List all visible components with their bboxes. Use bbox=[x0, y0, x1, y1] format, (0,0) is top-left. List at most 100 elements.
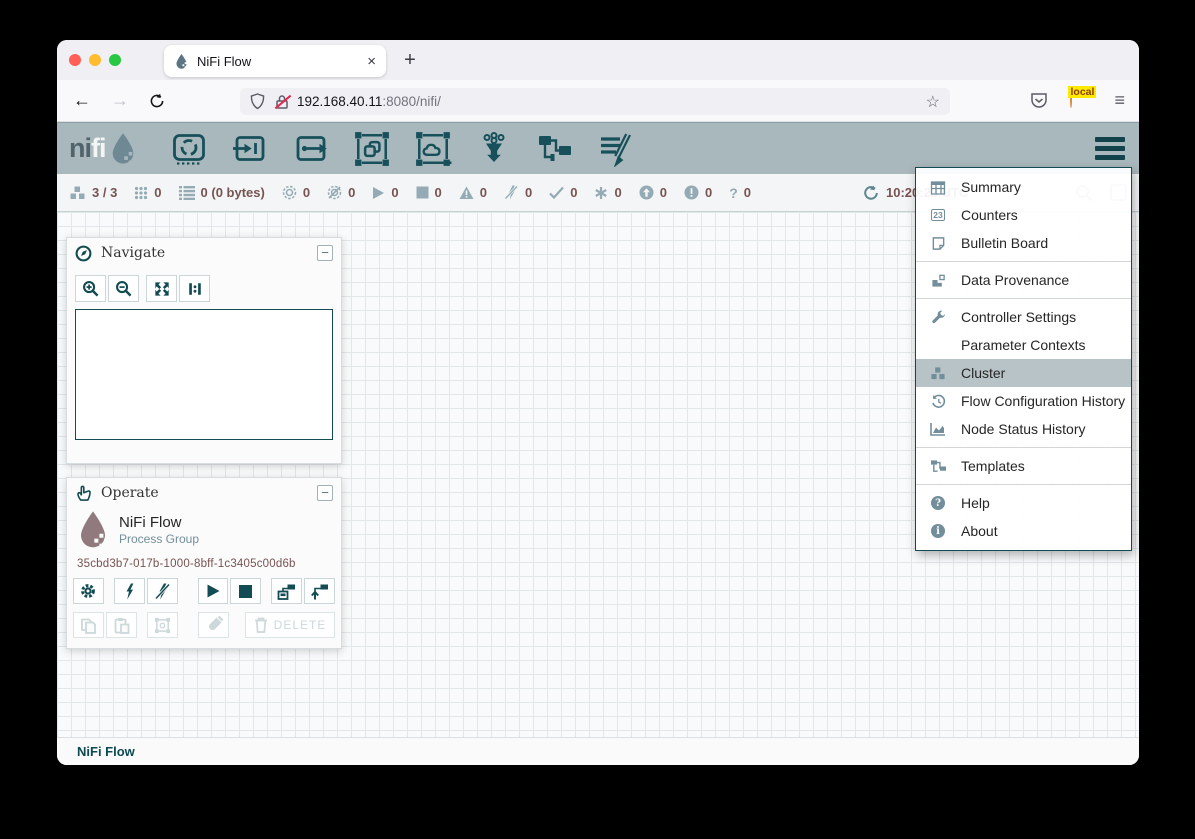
close-window-button[interactable] bbox=[69, 54, 81, 66]
tab-title: NiFi Flow bbox=[197, 54, 367, 69]
url-text[interactable]: 192.168.40.11:8080/nifi/ bbox=[297, 94, 926, 109]
output-port-component-icon[interactable] bbox=[292, 130, 330, 168]
selected-component-name: NiFi Flow bbox=[119, 514, 199, 531]
funnel-component-icon[interactable] bbox=[475, 130, 513, 168]
forward-button[interactable]: → bbox=[111, 90, 129, 111]
start-button[interactable] bbox=[198, 578, 229, 604]
stop-button[interactable] bbox=[230, 578, 261, 604]
zoom-out-button[interactable] bbox=[108, 275, 139, 302]
tab-favicon-nifi-drop-icon bbox=[174, 53, 189, 69]
operate-palette: Operate − NiFi Flow Process Group 35cbd3… bbox=[66, 477, 342, 649]
process-group-component-icon[interactable] bbox=[353, 130, 391, 168]
disabled-bolt-slash-icon bbox=[504, 185, 519, 200]
upload-template-button[interactable] bbox=[304, 578, 335, 604]
paste-button[interactable] bbox=[106, 612, 137, 638]
invalid-warning-icon bbox=[459, 186, 474, 200]
reload-button[interactable] bbox=[149, 93, 165, 109]
birdseye-view[interactable] bbox=[75, 309, 333, 440]
status-locally-modified: 0 bbox=[594, 185, 621, 200]
menu-label: Data Provenance bbox=[961, 272, 1069, 288]
back-button[interactable]: ← bbox=[73, 90, 91, 111]
nifi-global-menu-button[interactable] bbox=[1095, 137, 1125, 160]
menu-label: Flow Configuration History bbox=[961, 393, 1125, 409]
question-icon: ? bbox=[729, 185, 738, 201]
menu-item-bulletin-board[interactable]: Bulletin Board bbox=[916, 229, 1131, 257]
template-component-icon[interactable] bbox=[536, 130, 574, 168]
operate-title: Operate bbox=[101, 485, 317, 501]
zoom-fit-button[interactable] bbox=[146, 275, 177, 302]
compass-icon bbox=[75, 245, 92, 262]
trash-icon bbox=[254, 617, 268, 633]
delete-button[interactable]: DELETE bbox=[245, 612, 335, 638]
menu-separator bbox=[916, 484, 1131, 485]
new-tab-button[interactable]: + bbox=[398, 49, 422, 72]
info-circle-icon: i bbox=[929, 524, 947, 538]
navigate-title: Navigate bbox=[101, 245, 317, 261]
nifi-app: nifi bbox=[57, 122, 1139, 765]
profile-avatar[interactable]: local bbox=[1070, 90, 1092, 112]
status-locally-modified-and-stale: 0 bbox=[684, 185, 712, 200]
url-bar[interactable]: 192.168.40.11:8080/nifi/ ☆ bbox=[240, 88, 950, 115]
zoom-actual-size-button[interactable] bbox=[179, 275, 210, 302]
group-button[interactable] bbox=[147, 612, 178, 638]
menu-item-flow-configuration-history[interactable]: Flow Configuration History bbox=[916, 387, 1131, 415]
remote-process-group-component-icon[interactable] bbox=[414, 130, 452, 168]
breadcrumb: NiFi Flow bbox=[57, 737, 1139, 765]
menu-item-node-status-history[interactable]: Node Status History bbox=[916, 415, 1131, 443]
configure-button[interactable] bbox=[73, 578, 104, 604]
save-template-button[interactable] bbox=[271, 578, 302, 604]
browser-tab[interactable]: NiFi Flow × bbox=[164, 45, 386, 77]
change-color-brush-button[interactable] bbox=[198, 612, 229, 638]
menu-item-templates[interactable]: Templates bbox=[916, 452, 1131, 480]
menu-label: About bbox=[961, 523, 998, 539]
running-play-icon bbox=[372, 186, 385, 200]
label-component-icon[interactable] bbox=[597, 130, 635, 168]
stopped-square-icon bbox=[416, 186, 429, 199]
menu-separator bbox=[916, 447, 1131, 448]
menu-item-counters[interactable]: 23 Counters bbox=[916, 201, 1131, 229]
browser-menu-icon[interactable]: ≡ bbox=[1114, 90, 1125, 111]
minimize-window-button[interactable] bbox=[89, 54, 101, 66]
menu-item-help[interactable]: ? Help bbox=[916, 489, 1131, 517]
area-chart-icon bbox=[929, 422, 947, 436]
logo-text-ni: ni bbox=[69, 133, 91, 164]
input-port-component-icon[interactable] bbox=[231, 130, 269, 168]
tab-close-icon[interactable]: × bbox=[367, 54, 376, 69]
summary-table-icon bbox=[929, 180, 947, 195]
shield-icon[interactable] bbox=[250, 93, 265, 110]
menu-item-data-provenance[interactable]: Data Provenance bbox=[916, 266, 1131, 294]
question-circle-icon: ? bbox=[929, 496, 947, 510]
menu-label: Bulletin Board bbox=[961, 235, 1048, 251]
pocket-icon[interactable] bbox=[1030, 92, 1048, 109]
copy-button[interactable] bbox=[73, 612, 104, 638]
wrench-icon bbox=[929, 310, 947, 325]
operate-collapse-button[interactable]: − bbox=[317, 485, 333, 501]
menu-item-controller-settings[interactable]: Controller Settings bbox=[916, 303, 1131, 331]
navigate-collapse-button[interactable]: − bbox=[317, 245, 333, 261]
menu-label: Counters bbox=[961, 207, 1018, 223]
check-icon bbox=[549, 186, 564, 199]
insecure-lock-icon[interactable] bbox=[275, 94, 289, 110]
menu-item-parameter-contexts[interactable]: Parameter Contexts bbox=[916, 331, 1131, 359]
disable-button[interactable] bbox=[147, 578, 178, 604]
zoom-in-button[interactable] bbox=[75, 275, 106, 302]
breadcrumb-item-root[interactable]: NiFi Flow bbox=[77, 744, 135, 759]
menu-separator bbox=[916, 261, 1131, 262]
menu-item-about[interactable]: i About bbox=[916, 517, 1131, 545]
browser-window: NiFi Flow × + ← → 192.168.40.11:8080/nif… bbox=[57, 40, 1139, 765]
cubes-icon bbox=[929, 366, 947, 381]
navigate-header: Navigate − bbox=[67, 238, 341, 268]
cluster-icon bbox=[69, 185, 86, 201]
menu-item-cluster[interactable]: Cluster bbox=[916, 359, 1131, 387]
status-sync-failure: ? 0 bbox=[729, 185, 751, 201]
sticky-note-icon bbox=[929, 236, 947, 251]
bookmark-star-icon[interactable]: ☆ bbox=[926, 92, 940, 112]
refresh-icon[interactable] bbox=[863, 185, 879, 201]
threads-icon bbox=[134, 186, 148, 200]
menu-item-summary[interactable]: Summary bbox=[916, 173, 1131, 201]
maximize-window-button[interactable] bbox=[109, 54, 121, 66]
enable-button[interactable] bbox=[114, 578, 145, 604]
processor-component-icon[interactable] bbox=[170, 130, 208, 168]
nifi-drop-icon bbox=[108, 132, 138, 166]
transmitting-icon bbox=[282, 185, 297, 200]
